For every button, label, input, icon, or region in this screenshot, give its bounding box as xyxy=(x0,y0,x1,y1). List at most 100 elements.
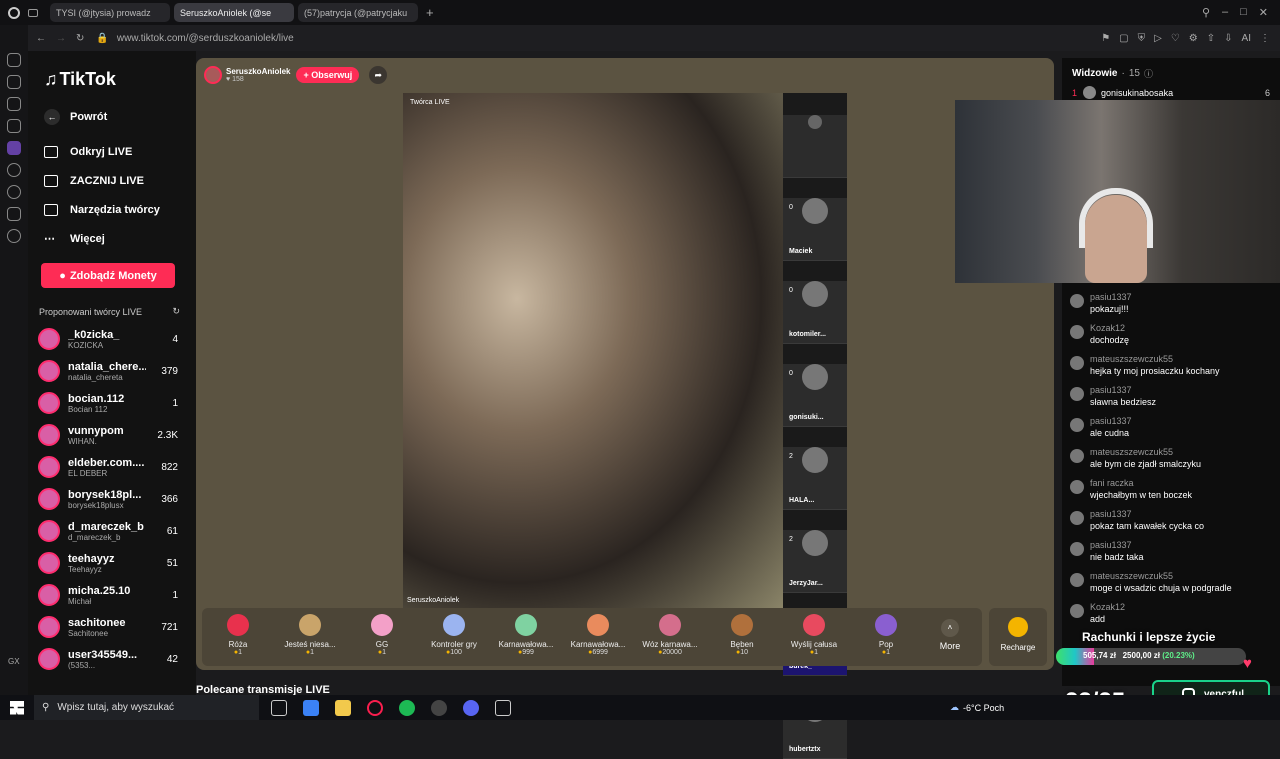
viewer-name[interactable]: gonisukinabosaka xyxy=(1101,88,1173,98)
gift-item[interactable]: Wyślij całusa ●1 xyxy=(778,608,850,656)
get-coins-button[interactable]: ● Zdobądź Monety xyxy=(41,263,175,288)
back-icon[interactable]: ← xyxy=(36,33,46,44)
snapshot-icon[interactable]: ▢ xyxy=(1119,33,1128,44)
tab-menu-icon[interactable] xyxy=(28,8,38,17)
avatar[interactable] xyxy=(1070,542,1084,556)
recharge-button[interactable]: Recharge xyxy=(989,608,1047,666)
maximize-icon[interactable]: □ xyxy=(1240,6,1247,19)
browser-tab[interactable]: TYSI (@jtysia) prowadz xyxy=(50,3,170,22)
creator-item[interactable]: micha.25.10 Michał 1 xyxy=(28,579,196,611)
gift-item[interactable]: Pop ●1 xyxy=(850,608,922,656)
chat-username[interactable]: pasiu1337 xyxy=(1090,292,1132,302)
host-name[interactable]: SeruszkoAniolek xyxy=(226,67,290,76)
chat-username[interactable]: pasiu1337 xyxy=(1090,540,1144,550)
nav-discover-live[interactable]: Odkryj LIVE xyxy=(28,137,196,166)
gift-item[interactable]: Kontroler gry ●100 xyxy=(418,608,490,656)
more-icon[interactable]: ⋮ xyxy=(1260,33,1270,44)
creator-item[interactable]: d_mareczek_b d_mareczek_b 61 xyxy=(28,515,196,547)
gift-item[interactable]: Wóz karnawa... ●20000 xyxy=(634,608,706,656)
shield-icon[interactable]: ⛨ xyxy=(1138,33,1146,44)
nav-start-live[interactable]: ZACZNIJ LIVE xyxy=(28,166,196,195)
reload-icon[interactable]: ↻ xyxy=(76,33,84,44)
avatar[interactable] xyxy=(1070,480,1084,494)
spotify-icon[interactable] xyxy=(399,699,415,716)
refresh-icon[interactable]: ↻ xyxy=(172,306,180,317)
taskbar-search[interactable]: ⚲ Wpisz tutaj, aby wyszukać xyxy=(34,695,259,720)
share-icon[interactable]: ➦ xyxy=(369,66,388,84)
guest-tile[interactable]: 0 Maciek xyxy=(783,198,847,261)
avatar[interactable] xyxy=(1070,387,1084,401)
chat-username[interactable]: mateuszszewczuk55 xyxy=(1090,447,1201,457)
gift-item[interactable]: Jesteś niesa... ●1 xyxy=(274,608,346,656)
gift-item[interactable]: Karnawałowa... ●999 xyxy=(490,608,562,656)
gift-item[interactable]: GG ●1 xyxy=(346,608,418,656)
weather-widget[interactable]: ☁ -6°C Poch xyxy=(950,702,1004,713)
opera-gx-icon[interactable] xyxy=(367,699,383,716)
creator-item[interactable]: bocian.112 Bocian 112 1 xyxy=(28,387,196,419)
avatar[interactable] xyxy=(1070,418,1084,432)
avatar[interactable] xyxy=(1070,325,1084,339)
close-icon[interactable]: ✕ xyxy=(1259,6,1268,19)
player-icon[interactable] xyxy=(7,163,21,177)
creator-item[interactable]: vunnypom WIHAN. 2.3K xyxy=(28,419,196,451)
creator-item[interactable]: natalia_chere... natalia_chereta 379 xyxy=(28,355,196,387)
download-icon[interactable]: ⇩ xyxy=(1224,33,1232,44)
mail-icon[interactable] xyxy=(7,119,21,133)
ai-icon[interactable]: AI xyxy=(1242,33,1251,44)
guest-tile[interactable]: 2 JerzyJar... xyxy=(783,530,847,593)
live-video[interactable]: Twórca LIVE SeruszkoAniolek xyxy=(403,93,783,608)
tiktok-logo-icon[interactable]: ♫ xyxy=(44,69,58,90)
minimize-icon[interactable]: – xyxy=(1222,6,1228,19)
gift-item[interactable]: Bęben ●10 xyxy=(706,608,778,656)
search-icon[interactable]: ⚲ xyxy=(1202,6,1210,19)
guest-tile[interactable] xyxy=(783,115,847,178)
clock-icon[interactable] xyxy=(7,185,21,199)
new-tab-button[interactable]: + xyxy=(426,5,434,20)
back-link[interactable]: ← Powrót xyxy=(28,102,196,131)
tiktok-logo[interactable]: TikTok xyxy=(60,69,116,90)
chat-username[interactable]: fani raczka xyxy=(1090,478,1192,488)
cube-icon[interactable] xyxy=(7,207,21,221)
share-icon[interactable]: ⇧ xyxy=(1207,33,1215,44)
creator-item[interactable]: sachitonee Sachitonee 721 xyxy=(28,611,196,643)
creator-item[interactable]: eldeber.com.... EL DEBER 822 xyxy=(28,451,196,483)
history-icon[interactable] xyxy=(7,53,21,67)
opera-logo-icon[interactable] xyxy=(8,6,20,19)
viewer-avatar[interactable] xyxy=(1083,86,1097,99)
browser-tab-active[interactable]: SeruszkoAniolek (@se xyxy=(174,3,294,22)
guest-tile[interactable]: 0 kotomiler... xyxy=(783,281,847,344)
url-field[interactable]: www.tiktok.com/@serduszkoaniolek/live xyxy=(117,33,294,44)
extensions-icon[interactable]: ⚙ xyxy=(1189,33,1198,44)
app-icon[interactable] xyxy=(495,699,511,716)
chat-username[interactable]: mateuszszewczuk55 xyxy=(1090,354,1220,364)
twitch-icon[interactable] xyxy=(7,141,21,155)
chat-username[interactable]: mateuszszewczuk55 xyxy=(1090,571,1232,581)
settings-icon[interactable] xyxy=(7,229,21,243)
gift-item[interactable]: Karnawałowa... ●6999 xyxy=(562,608,634,656)
avatar[interactable] xyxy=(1070,294,1084,308)
avatar[interactable] xyxy=(1070,511,1084,525)
nav-more[interactable]: ⋯ Więcej xyxy=(28,224,196,253)
task-view-icon[interactable] xyxy=(271,699,287,716)
discord-icon[interactable] xyxy=(463,699,479,716)
creator-item[interactable]: _k0zicka_ KOZICKA 4 xyxy=(28,323,196,355)
creator-item[interactable]: borysek18pl... borysek18plusx 366 xyxy=(28,483,196,515)
browser-tab[interactable]: (57)patrycja (@patrycjaku xyxy=(298,3,418,22)
chat-username[interactable]: pasiu1337 xyxy=(1090,509,1204,519)
store-icon[interactable] xyxy=(303,699,319,716)
avatar[interactable] xyxy=(1070,573,1084,587)
chat-username[interactable]: pasiu1337 xyxy=(1090,416,1132,426)
windows-start-icon[interactable] xyxy=(10,700,24,715)
forward-icon[interactable]: → xyxy=(56,33,66,44)
obs-icon[interactable] xyxy=(431,699,447,716)
play-icon[interactable]: ▷ xyxy=(1154,33,1162,44)
guest-tile[interactable]: 0 gonisuki... xyxy=(783,364,847,427)
messenger-icon[interactable] xyxy=(7,75,21,89)
follow-button[interactable]: + Obserwuj xyxy=(296,67,360,83)
folder-icon[interactable] xyxy=(335,699,351,716)
avatar[interactable] xyxy=(1070,449,1084,463)
whatsapp-icon[interactable] xyxy=(7,97,21,111)
heart-icon[interactable]: ♡ xyxy=(1171,33,1180,44)
creator-item[interactable]: user345549... (5353... 42 xyxy=(28,643,196,675)
bookmark-icon[interactable]: ⚑ xyxy=(1101,33,1110,44)
